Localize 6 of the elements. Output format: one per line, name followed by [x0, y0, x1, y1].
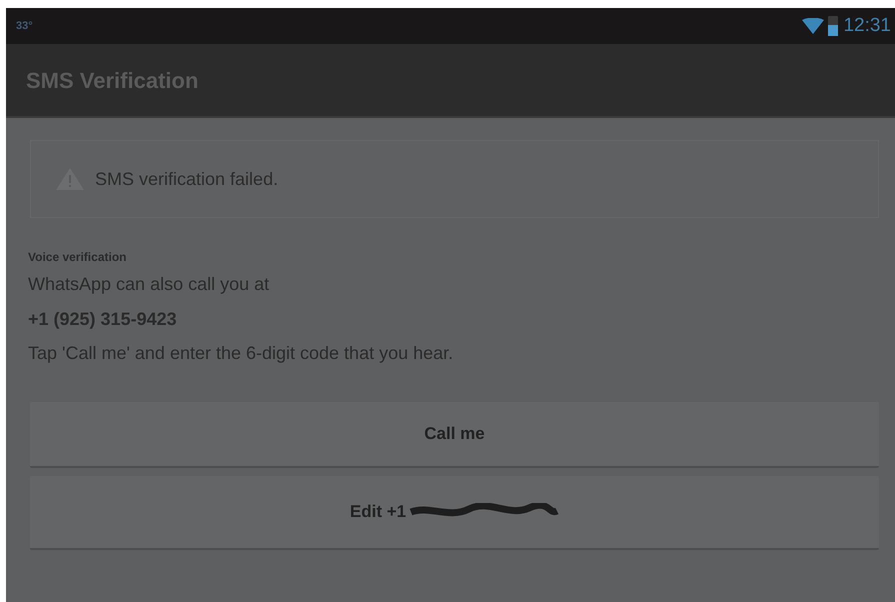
notification-icon: 33° [16, 18, 33, 34]
call-me-button[interactable]: Call me [30, 402, 879, 468]
edit-number-button[interactable]: Edit +1 [30, 476, 879, 550]
battery-icon [828, 16, 838, 36]
status-time: 12:31 [843, 14, 891, 38]
wifi-icon [802, 18, 824, 34]
